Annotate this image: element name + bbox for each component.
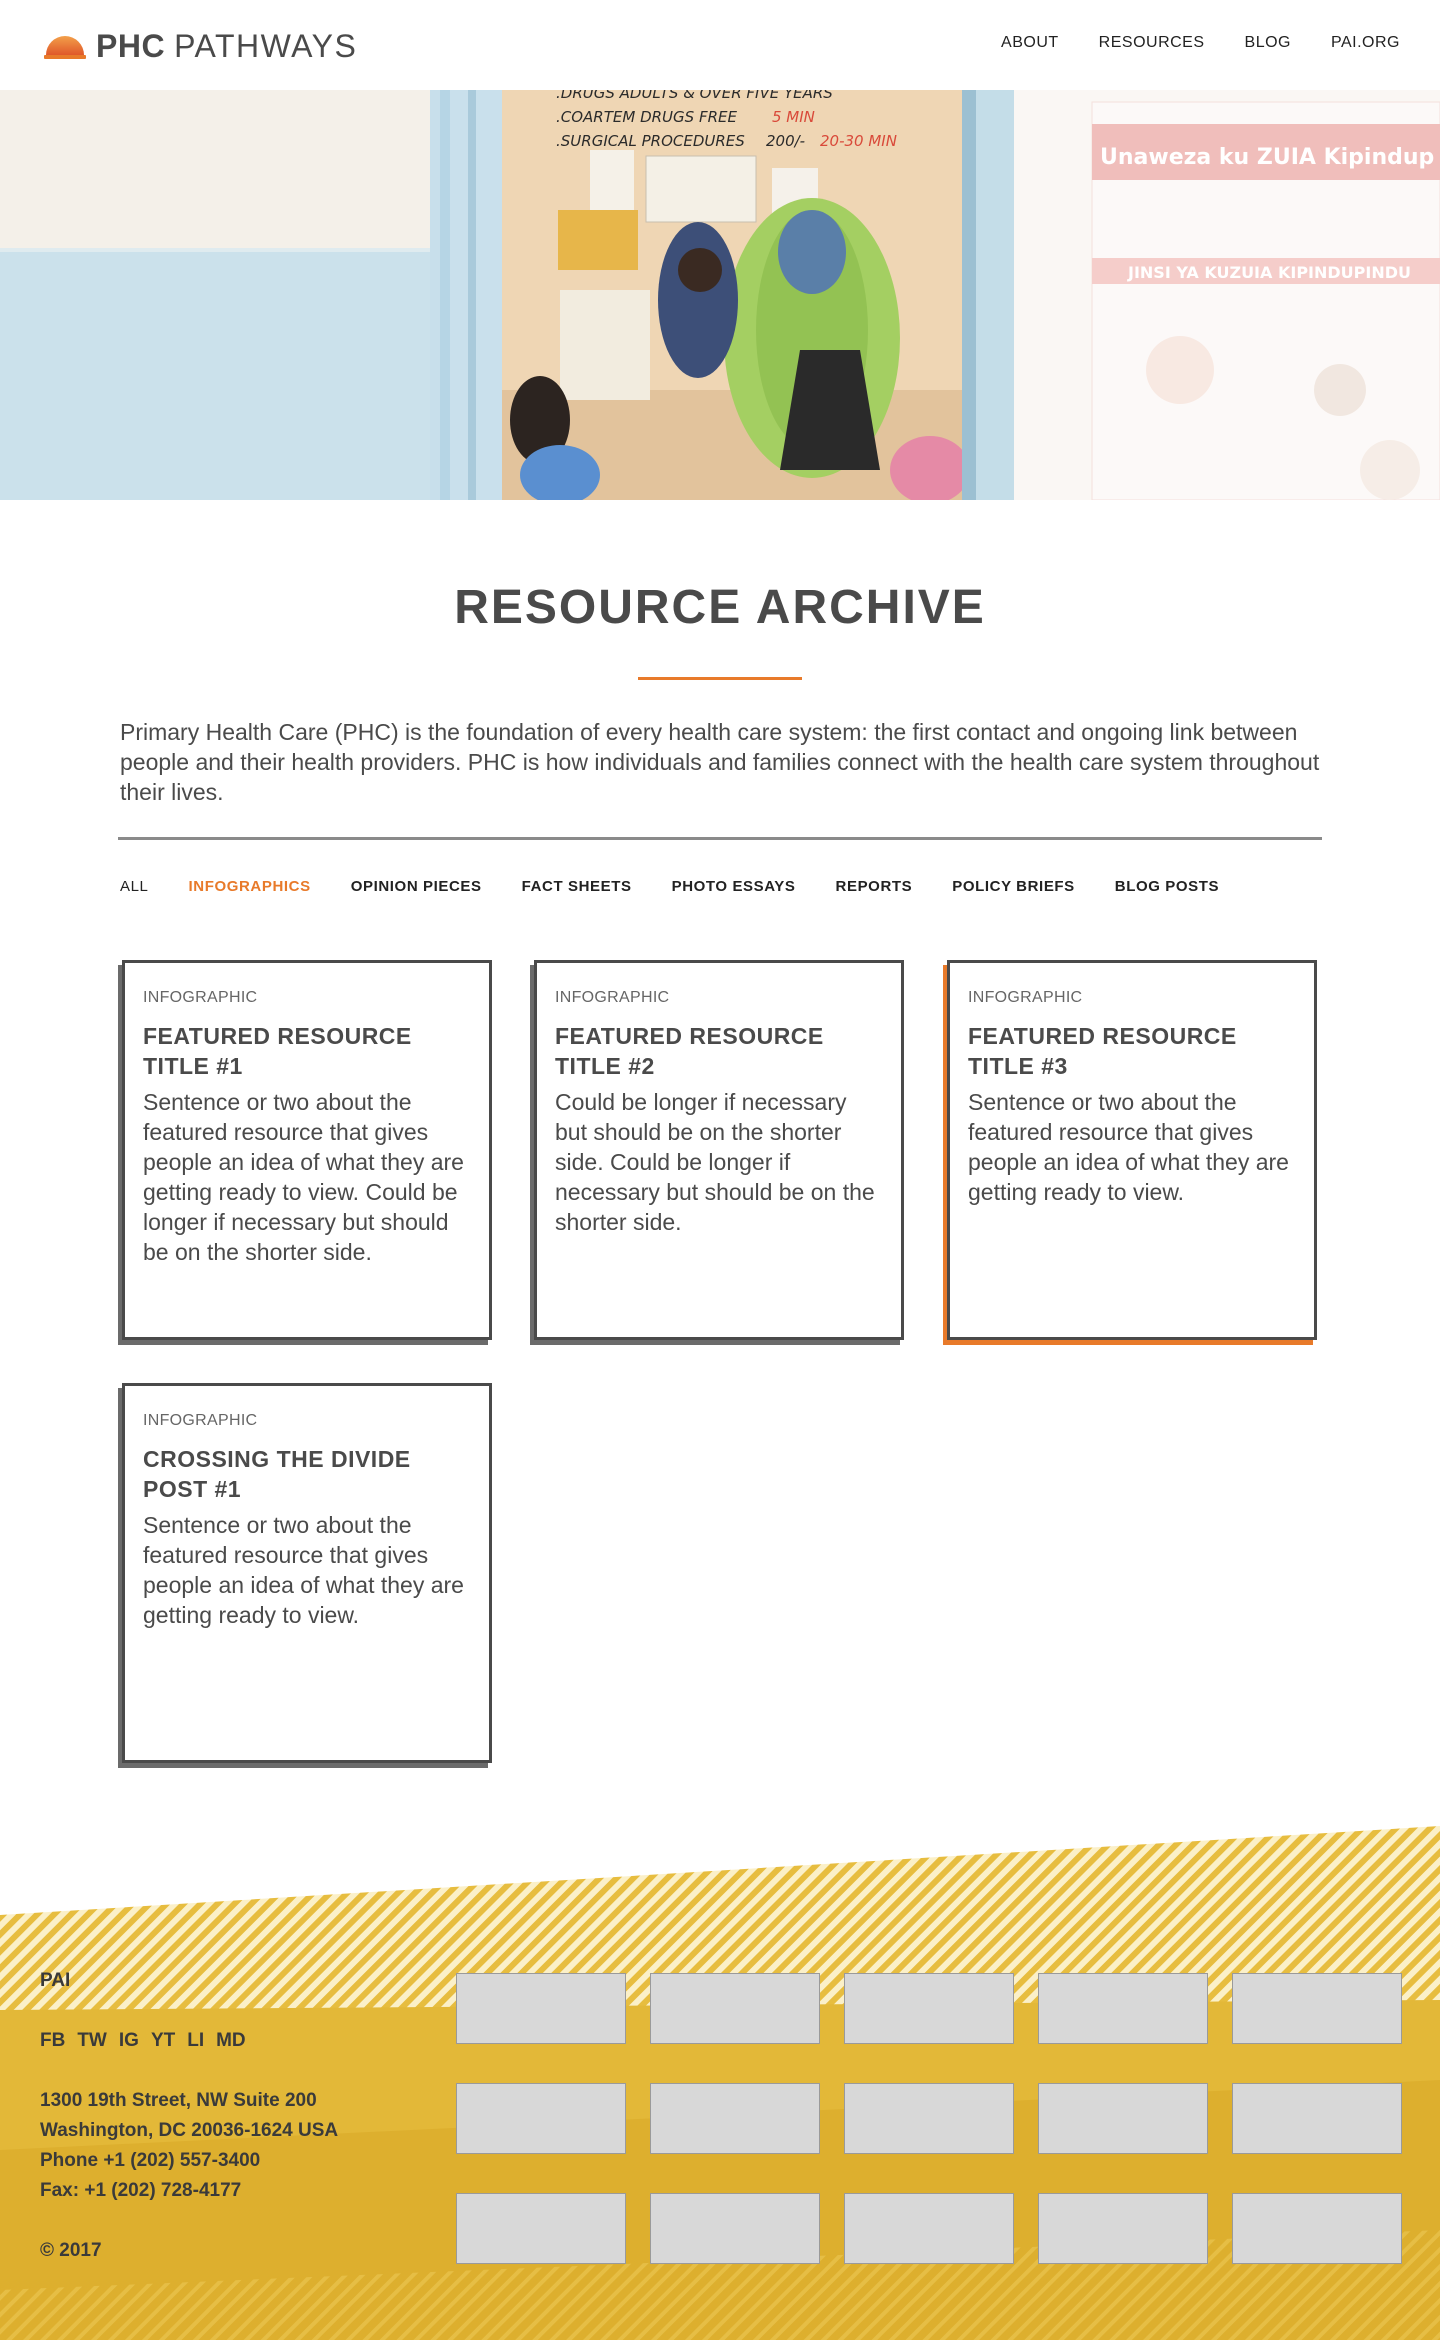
partner-logo-placeholder[interactable] [844,2193,1014,2264]
partner-logo-placeholder[interactable] [456,1973,626,2044]
card-description: Sentence or two about the featured resou… [143,1089,464,1265]
partner-logo-placeholder[interactable] [1038,1973,1208,2044]
partner-logo-grid [456,1973,1402,2264]
partner-logo-placeholder[interactable] [1038,2193,1208,2264]
nav-link-blog[interactable]: BLOG [1245,34,1291,52]
title-underline [638,677,802,680]
partner-logo-placeholder[interactable] [1232,1973,1402,2044]
facebook-link[interactable]: FB [40,2030,65,2052]
card-type-label: INFOGRAPHIC [555,989,670,1006]
logo-wordmark-light: PATHWAYS [174,27,358,64]
filter-tab-photo-essays[interactable]: PHOTO ESSAYS [672,878,796,895]
svg-text:200/-: 200/- [766,132,805,150]
svg-text:20-30 MIN: 20-30 MIN [820,132,897,150]
address-line-1: 1300 19th Street, NW Suite 200 [40,2090,317,2111]
resource-card-highlighted[interactable]: INFOGRAPHIC FEATURED RESOURCE TITLE #3 S… [947,960,1317,1340]
filter-tab-opinion-pieces[interactable]: OPINION PIECES [351,878,482,895]
card-title[interactable]: FEATURED RESOURCE TITLE #3 [968,1021,1296,1081]
resource-filter-tabs: ALL INFOGRAPHICS OPINION PIECES FACT SHE… [120,878,1219,895]
intro-paragraph: Primary Health Care (PHC) is the foundat… [120,719,1320,805]
page-title: RESOURCE ARCHIVE [454,581,986,634]
main-nav: ABOUT RESOURCES BLOG PAI.ORG [1001,34,1400,52]
resource-card[interactable]: INFOGRAPHIC FEATURED RESOURCE TITLE #2 C… [534,960,904,1340]
filter-tab-policy-briefs[interactable]: POLICY BRIEFS [952,878,1075,895]
partner-logo-placeholder[interactable] [1038,2083,1208,2154]
logo-wordmark-bold: PHC [96,27,166,64]
card-description: Sentence or two about the featured resou… [143,1512,464,1628]
partner-logo-placeholder[interactable] [456,2083,626,2154]
footer-org-name: PAI [40,1970,71,1991]
partner-logo-placeholder[interactable] [650,2193,820,2264]
filter-tab-all[interactable]: ALL [120,878,149,895]
svg-text:.DRUGS ADULTS & OVER FIVE YEAR: .DRUGS ADULTS & OVER FIVE YEARS [556,90,833,102]
sunrise-logo-icon [44,36,86,59]
partner-logo-placeholder[interactable] [844,1973,1014,2044]
nav-link-about[interactable]: ABOUT [1001,34,1059,52]
site-header: PHC PATHWAYS ABOUT RESOURCES BLOG PAI.OR… [0,0,1440,90]
section-divider [118,837,1322,840]
nav-link-pai-org[interactable]: PAI.ORG [1331,34,1400,52]
partner-logo-placeholder[interactable] [844,2083,1014,2154]
card-title[interactable]: FEATURED RESOURCE TITLE #1 [143,1021,471,1081]
filter-tab-reports[interactable]: REPORTS [836,878,913,895]
partner-logo-placeholder[interactable] [650,2083,820,2154]
svg-text:5 MIN: 5 MIN [772,108,815,126]
address-line-2: Washington, DC 20036-1624 USA [40,2120,339,2141]
footer-copyright: © 2017 [40,2240,102,2261]
partner-logo-placeholder[interactable] [1232,2083,1402,2154]
svg-text:.COARTEM DRUGS FREE: .COARTEM DRUGS FREE [556,108,737,126]
site-footer: PAI FB TW IG YT LI MD 1300 19th Street, … [0,1820,1440,2340]
hero-image: .DRUGS ADULTS & OVER FIVE YEARS .COARTEM… [0,90,1440,500]
twitter-link[interactable]: TW [77,2030,107,2052]
resource-card[interactable]: INFOGRAPHIC CROSSING THE DIVIDE POST #1 … [122,1383,492,1763]
card-type-label: INFOGRAPHIC [143,1412,258,1429]
card-type-label: INFOGRAPHIC [968,989,1083,1006]
filter-tab-blog-posts[interactable]: BLOG POSTS [1115,878,1219,895]
card-title[interactable]: CROSSING THE DIVIDE POST #1 [143,1444,471,1504]
site-logo[interactable]: PHC PATHWAYS [44,24,357,68]
card-type-label: INFOGRAPHIC [143,989,258,1006]
card-description: Sentence or two about the featured resou… [968,1089,1289,1205]
footer-phone: Phone +1 (202) 557-3400 [40,2150,261,2171]
partner-logo-placeholder[interactable] [1232,2193,1402,2264]
clinic-doorway-photo: .DRUGS ADULTS & OVER FIVE YEARS .COARTEM… [0,90,1440,500]
card-title[interactable]: FEATURED RESOURCE TITLE #2 [555,1021,883,1081]
medium-link[interactable]: MD [216,2030,246,2052]
footer-fax: Fax: +1 (202) 728-4177 [40,2180,242,2201]
partner-logo-placeholder[interactable] [650,1973,820,2044]
instagram-link[interactable]: IG [119,2030,139,2052]
social-links: FB TW IG YT LI MD [40,2030,246,2052]
svg-text:.SURGICAL PROCEDURES: .SURGICAL PROCEDURES [556,132,745,150]
youtube-link[interactable]: YT [151,2030,175,2052]
linkedin-link[interactable]: LI [187,2030,204,2052]
card-description: Could be longer if necessary but should … [555,1089,875,1235]
partner-logo-placeholder[interactable] [456,2193,626,2264]
filter-tab-fact-sheets[interactable]: FACT SHEETS [522,878,632,895]
nav-link-resources[interactable]: RESOURCES [1099,34,1205,52]
filter-tab-infographics[interactable]: INFOGRAPHICS [189,878,311,895]
resource-card[interactable]: INFOGRAPHIC FEATURED RESOURCE TITLE #1 S… [122,960,492,1340]
